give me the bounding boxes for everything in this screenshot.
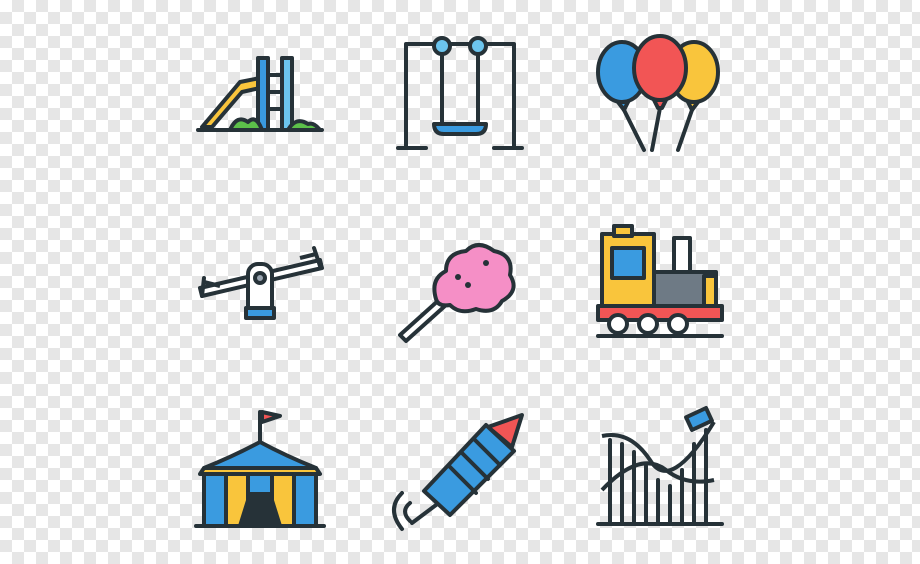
balloons-icon — [590, 30, 730, 170]
toy-train-icon — [590, 220, 730, 360]
cotton-candy-icon — [390, 215, 530, 355]
firework-rocket-icon — [390, 405, 530, 545]
circus-tent-icon — [190, 400, 330, 540]
seesaw-icon — [190, 220, 330, 360]
slide-icon — [190, 30, 330, 170]
swing-icon — [390, 30, 530, 170]
roller-coaster-icon — [590, 400, 730, 540]
icon-grid — [0, 0, 920, 564]
